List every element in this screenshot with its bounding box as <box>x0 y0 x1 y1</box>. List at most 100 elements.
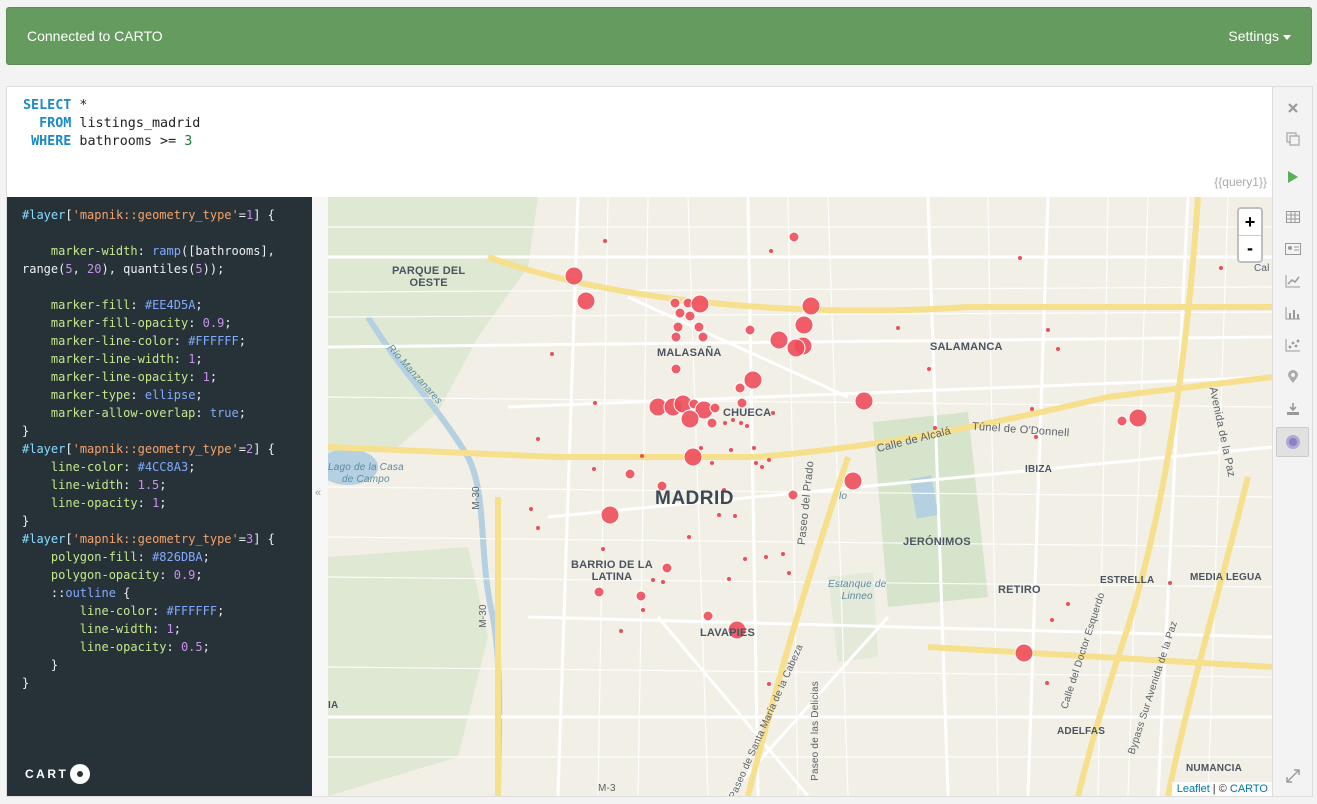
listing-marker[interactable] <box>854 391 874 411</box>
listing-marker-small[interactable] <box>764 555 768 559</box>
listing-marker-small[interactable] <box>592 467 596 471</box>
download-button[interactable] <box>1276 394 1309 424</box>
listing-marker-small[interactable] <box>1056 347 1060 351</box>
listing-marker[interactable] <box>670 363 682 375</box>
listing-marker-small[interactable] <box>601 547 605 551</box>
listing-marker[interactable] <box>661 562 673 574</box>
listing-marker-small[interactable] <box>729 448 733 452</box>
listing-marker-small[interactable] <box>536 437 540 441</box>
map-view-button[interactable] <box>1276 427 1309 457</box>
listing-marker-small[interactable] <box>1219 266 1223 270</box>
listing-marker[interactable] <box>600 505 620 525</box>
table-view-button[interactable] <box>1276 202 1309 232</box>
listing-marker[interactable] <box>690 294 710 314</box>
listing-marker-small[interactable] <box>771 411 775 415</box>
line-chart-button[interactable] <box>1276 266 1309 296</box>
listing-marker-small[interactable] <box>727 577 731 581</box>
listing-marker-small[interactable] <box>1030 407 1034 411</box>
listing-marker-small[interactable] <box>603 239 607 243</box>
listing-marker[interactable] <box>680 409 700 429</box>
listing-marker-small[interactable] <box>1018 256 1022 260</box>
listing-marker[interactable] <box>669 297 681 309</box>
card-view-button[interactable] <box>1276 234 1309 264</box>
listing-marker[interactable] <box>564 266 584 286</box>
listing-marker[interactable] <box>788 231 800 243</box>
listing-marker-small[interactable] <box>1050 618 1054 622</box>
listing-marker-small[interactable] <box>767 682 771 686</box>
listing-marker[interactable] <box>801 296 821 316</box>
bar-chart-button[interactable] <box>1276 298 1309 328</box>
listing-marker[interactable] <box>684 310 696 322</box>
map-pin-button[interactable] <box>1276 362 1309 392</box>
listing-marker[interactable] <box>744 324 756 336</box>
listing-marker[interactable] <box>843 471 863 491</box>
listing-marker[interactable] <box>743 370 763 390</box>
leaflet-link[interactable]: Leaflet <box>1177 783 1210 795</box>
listing-marker[interactable] <box>593 586 605 598</box>
listing-marker-small[interactable] <box>743 557 747 561</box>
zoom-in-button[interactable]: + <box>1239 209 1261 235</box>
listing-marker-small[interactable] <box>1046 328 1050 332</box>
listing-marker[interactable] <box>702 610 714 622</box>
listing-marker[interactable] <box>1116 415 1128 427</box>
listing-marker-small[interactable] <box>717 513 721 517</box>
copy-button[interactable] <box>1276 124 1309 154</box>
listing-marker-small[interactable] <box>1066 602 1070 606</box>
listing-marker-small[interactable] <box>739 421 743 425</box>
listing-marker-small[interactable] <box>927 367 931 371</box>
listing-marker-small[interactable] <box>723 421 727 425</box>
collapse-icon[interactable]: « <box>315 487 321 499</box>
listing-marker[interactable] <box>1128 408 1148 428</box>
listing-marker-small[interactable] <box>1045 681 1049 685</box>
listing-marker[interactable] <box>674 307 686 319</box>
listing-marker-small[interactable] <box>781 552 785 556</box>
listing-marker-small[interactable] <box>593 401 597 405</box>
listing-marker[interactable] <box>576 291 596 311</box>
cartocss-editor[interactable]: #layer['mapnik::geometry_type'=1] { mark… <box>7 197 312 796</box>
sql-editor[interactable]: SELECT * FROM listings_madrid WHERE bath… <box>7 87 1273 197</box>
listing-marker-small[interactable] <box>745 424 749 428</box>
listing-marker[interactable] <box>734 382 746 394</box>
listing-marker-small[interactable] <box>641 608 645 612</box>
map-view[interactable]: PARQUE DEL OESTE MALASAÑA SALAMANCA CHUE… <box>328 197 1273 796</box>
listing-marker-small[interactable] <box>752 446 756 450</box>
listing-marker-small[interactable] <box>710 461 714 465</box>
listing-marker-small[interactable] <box>536 526 540 530</box>
listing-marker-small[interactable] <box>896 326 900 330</box>
listing-marker-small[interactable] <box>687 535 691 539</box>
listing-marker-small[interactable] <box>760 465 764 469</box>
listing-marker[interactable] <box>693 321 705 333</box>
listing-marker-small[interactable] <box>550 352 554 356</box>
listing-marker-small[interactable] <box>787 571 791 575</box>
settings-dropdown[interactable]: Settings <box>1228 28 1291 44</box>
listing-marker-small[interactable] <box>1168 581 1172 585</box>
listing-marker-small[interactable] <box>619 629 623 633</box>
listing-marker[interactable] <box>769 330 789 350</box>
listing-marker[interactable] <box>670 331 682 343</box>
listing-marker[interactable] <box>697 331 709 343</box>
close-button[interactable] <box>1276 93 1309 123</box>
listing-marker[interactable] <box>794 315 814 335</box>
listing-marker[interactable] <box>683 447 703 467</box>
listing-marker-small[interactable] <box>733 514 737 518</box>
listing-marker-small[interactable] <box>699 446 703 450</box>
carto-link[interactable]: CARTO <box>1230 783 1268 795</box>
listing-marker-small[interactable] <box>661 580 665 584</box>
listing-marker-small[interactable] <box>529 507 533 511</box>
scatter-chart-button[interactable] <box>1276 330 1309 360</box>
zoom-out-button[interactable]: - <box>1239 235 1261 261</box>
listing-marker[interactable] <box>624 468 636 480</box>
listing-marker-small[interactable] <box>640 454 644 458</box>
listing-marker[interactable] <box>635 590 647 602</box>
listing-marker-small[interactable] <box>767 458 771 462</box>
expand-button[interactable] <box>1276 761 1309 791</box>
listing-marker[interactable] <box>706 417 718 429</box>
listing-marker[interactable] <box>786 338 806 358</box>
listing-marker[interactable] <box>672 321 684 333</box>
listing-marker-small[interactable] <box>754 461 758 465</box>
run-button[interactable] <box>1276 162 1309 192</box>
panel-splitter[interactable]: « <box>312 197 328 796</box>
listing-marker[interactable] <box>1014 643 1034 663</box>
listing-marker-small[interactable] <box>769 249 773 253</box>
listing-marker[interactable] <box>709 402 721 414</box>
